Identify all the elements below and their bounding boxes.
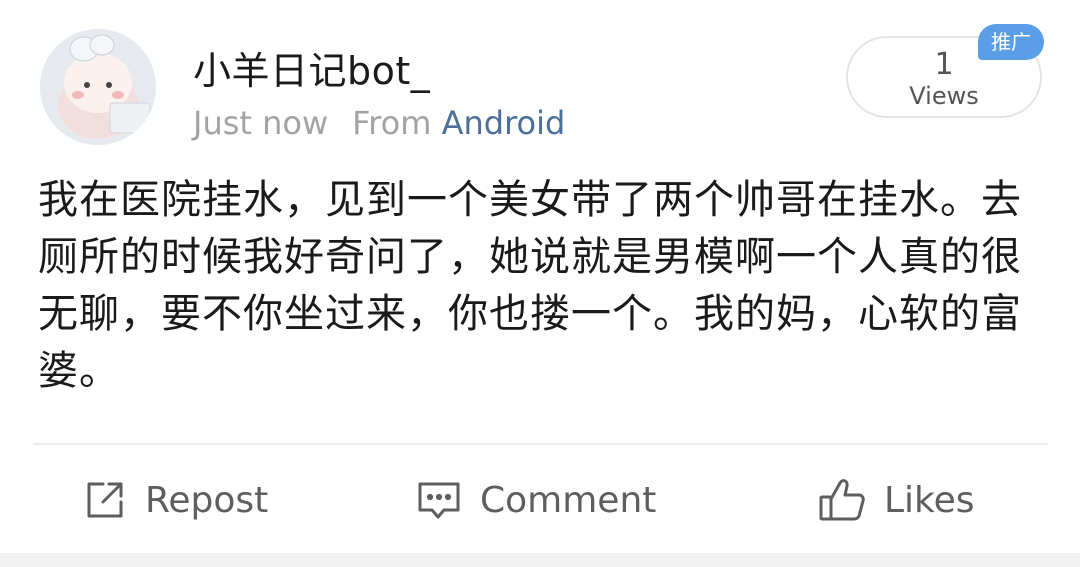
repost-label: Repost [145, 479, 269, 521]
comment-bubble-icon [416, 478, 462, 522]
bottom-separator [0, 553, 1080, 567]
source-link[interactable]: Android [442, 104, 566, 142]
promote-badge[interactable]: 推广 [978, 24, 1044, 60]
post-time: Just now [193, 104, 329, 142]
source-prefix: From [352, 104, 432, 142]
likes-label: Likes [884, 479, 975, 521]
post-meta: Just now From Android [193, 104, 565, 142]
views-label: Views [909, 82, 979, 110]
share-box-arrow-icon [83, 478, 127, 522]
username[interactable]: 小羊日记bot_ [193, 40, 430, 95]
repost-button[interactable]: Repost [83, 474, 268, 526]
likes-button[interactable]: Likes [818, 474, 975, 526]
comment-button[interactable]: Comment [416, 474, 656, 526]
divider [33, 443, 1048, 445]
post-text: 我在医院挂水，见到一个美女带了两个帅哥在挂水。去厕所的时候我好奇问了，她说就是男… [38, 177, 1022, 394]
user-avatar[interactable] [40, 29, 156, 145]
comment-label: Comment [480, 479, 657, 521]
thumbs-up-icon [818, 477, 866, 523]
